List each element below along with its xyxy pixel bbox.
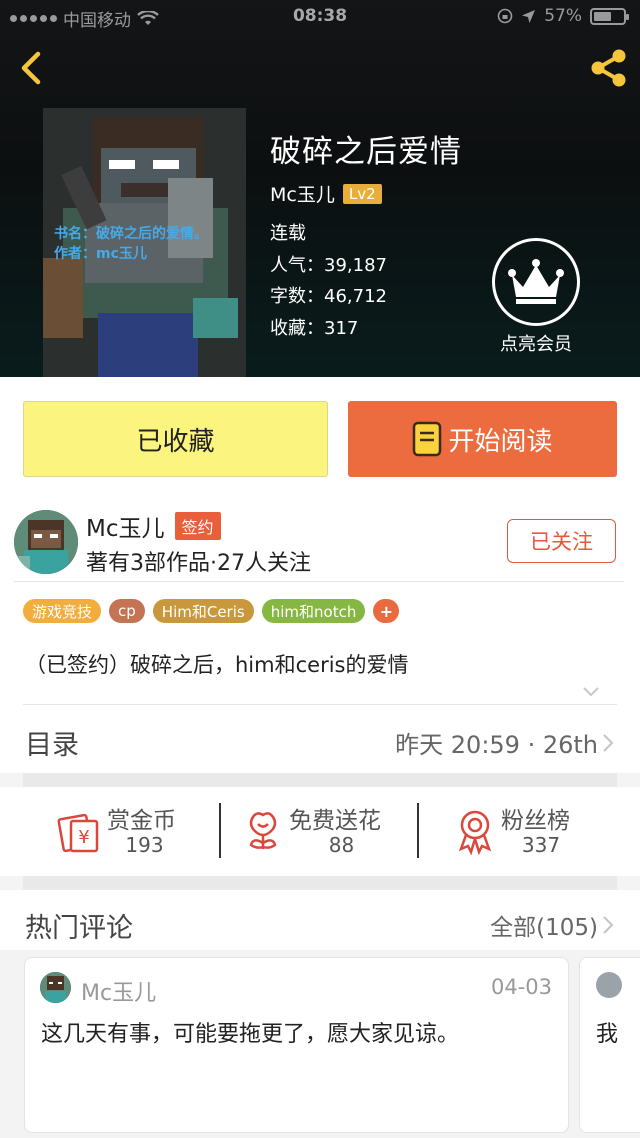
- divider: [417, 803, 419, 858]
- add-tag-button[interactable]: +: [373, 599, 400, 623]
- book-meta: 连载 人气：39,187 字数：46,712 收藏：317: [270, 218, 387, 344]
- location-icon: [522, 9, 536, 23]
- book-author-line: Mc玉儿 Lv2: [270, 180, 382, 207]
- send-flowers-button[interactable]: 免费送花 88: [243, 799, 403, 861]
- start-reading-label: 开始阅读: [448, 426, 553, 457]
- flower-icon: [249, 812, 277, 849]
- comment-card[interactable]: 我: [579, 957, 640, 1133]
- serial-status: 连载: [270, 223, 306, 244]
- coin-envelope-icon: ¥: [57, 813, 99, 853]
- back-button[interactable]: [12, 46, 52, 90]
- battery-percent: 57%: [544, 6, 582, 26]
- ribbon-medal-icon: [458, 810, 492, 855]
- catalog-latest-update: 昨天 20:59 · 26th: [395, 725, 614, 760]
- comment-carousel[interactable]: Mc玉儿 04-03 这几天有事，可能要拖更了，愿大家见谅。 我: [0, 950, 640, 1138]
- comment-date: 04-03: [490, 975, 552, 999]
- author-name-line: Mc玉儿 签约: [86, 509, 221, 543]
- share-icon: [591, 49, 626, 87]
- author-info: 著有3部作品·27人关注: [86, 551, 311, 576]
- reward-coins-count: 193: [125, 833, 164, 857]
- tags-section: 游戏竞技 cp Him和Ceris him和notch + （已签约）破碎之后，…: [0, 583, 640, 705]
- tag-item[interactable]: Him和Ceris: [152, 599, 254, 623]
- cover-caption: 书名：破碎之后的爱情。 作者：mc玉儿: [54, 226, 208, 262]
- word-count-row: 字数：46,712: [270, 286, 387, 307]
- favorites-value: 317: [324, 317, 359, 339]
- action-row: 已收藏 开始阅读: [0, 377, 640, 495]
- commenter-name[interactable]: Mc玉儿: [81, 975, 156, 1007]
- favorite-button[interactable]: 已收藏: [23, 401, 328, 477]
- crown-icon: [508, 259, 564, 304]
- battery-icon: [590, 7, 629, 25]
- chevron-right-icon: [603, 733, 614, 752]
- send-flowers-label: 免费送花: [289, 808, 381, 834]
- commenter-avatar[interactable]: [40, 972, 71, 1003]
- chevron-down-icon: [583, 687, 599, 697]
- popularity-row: 人气：39,187: [270, 254, 387, 276]
- comment-text: 我: [596, 1022, 619, 1047]
- book-icon: [413, 421, 442, 457]
- chevron-left-icon: [21, 51, 41, 85]
- section-gap: [23, 773, 617, 787]
- stats-row: ¥ 赏金币 193 免费送花 88 粉丝榜 337: [0, 787, 640, 876]
- reward-coins-label: 赏金币: [107, 808, 176, 834]
- book-cover[interactable]: 书名：破碎之后的爱情。 作者：mc玉儿: [43, 108, 246, 377]
- divider: [14, 581, 624, 582]
- tag-list: 游戏竞技 cp Him和Ceris him和notch +: [23, 599, 400, 623]
- fans-ranking-label: 粉丝榜: [501, 808, 570, 834]
- follow-button[interactable]: 已关注: [507, 519, 616, 563]
- reward-coins-button[interactable]: ¥ 赏金币 193: [55, 799, 205, 861]
- book-description: （已签约）破碎之后，him和ceris的爱情: [25, 653, 409, 677]
- comment-card[interactable]: Mc玉儿 04-03 这几天有事，可能要拖更了，愿大家见谅。: [24, 957, 569, 1133]
- comment-text: 这几天有事，可能要拖更了，愿大家见谅。: [41, 1022, 460, 1047]
- favorites-row: 收藏：317: [270, 317, 359, 339]
- comments-header: 热门评论 全部(105): [0, 890, 640, 950]
- fans-ranking-button[interactable]: 粉丝榜 337: [455, 799, 595, 861]
- tag-item[interactable]: cp: [109, 599, 145, 623]
- tag-item[interactable]: 游戏竞技: [23, 599, 102, 623]
- word-count-value: 46,712: [324, 286, 387, 307]
- popularity-value: 39,187: [324, 254, 387, 276]
- status-bar: 中国移动 08:38 57%: [0, 0, 640, 34]
- comments-title: 热门评论: [25, 913, 133, 944]
- svg-text:¥: ¥: [78, 827, 89, 848]
- book-title: 破碎之后爱情: [270, 134, 462, 170]
- send-flowers-count: 88: [328, 833, 355, 857]
- author-name[interactable]: Mc玉儿: [86, 509, 165, 543]
- all-comments-link[interactable]: 全部(105): [490, 908, 614, 942]
- catalog-row[interactable]: 目录 昨天 20:59 · 26th: [0, 705, 640, 773]
- share-button[interactable]: [586, 46, 632, 90]
- start-reading-button[interactable]: 开始阅读: [348, 401, 617, 477]
- vip-label: 点亮会员: [500, 334, 572, 355]
- commenter-avatar[interactable]: [596, 972, 622, 998]
- divider: [219, 803, 221, 858]
- section-gap: [23, 876, 617, 890]
- book-author[interactable]: Mc玉儿: [270, 180, 335, 207]
- author-avatar[interactable]: [14, 510, 78, 574]
- vip-button[interactable]: 点亮会员: [488, 238, 584, 356]
- level-badge: Lv2: [342, 183, 382, 204]
- fans-ranking-count: 337: [521, 833, 561, 857]
- book-header: 中国移动 08:38 57% 书名：破碎之后的爱情。 作者：mc玉儿 破碎之后爱…: [0, 0, 640, 377]
- expand-description-button[interactable]: [582, 683, 600, 702]
- signed-badge: 签约: [174, 512, 221, 540]
- chevron-right-icon: [603, 916, 614, 934]
- catalog-title: 目录: [25, 730, 79, 761]
- tag-item[interactable]: him和notch: [261, 599, 366, 623]
- lock-rotation-icon: [497, 8, 513, 24]
